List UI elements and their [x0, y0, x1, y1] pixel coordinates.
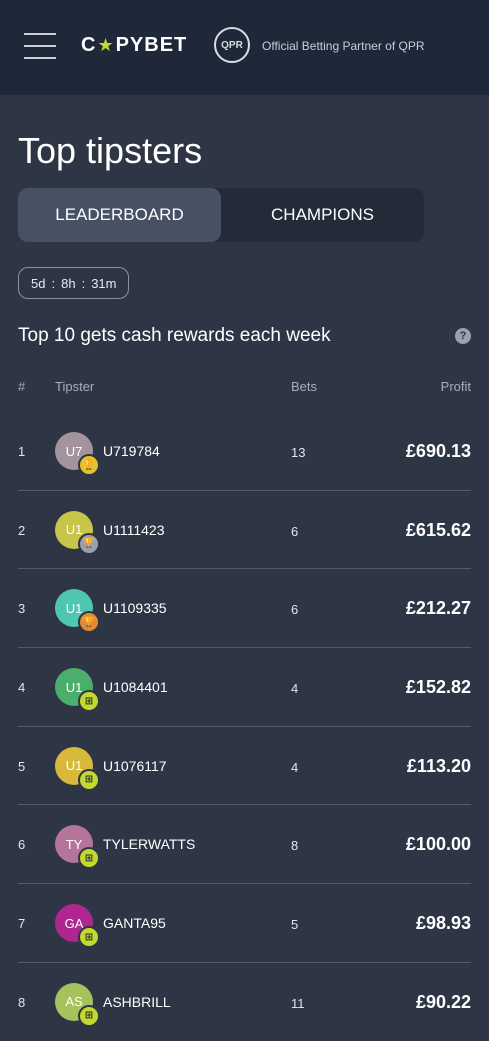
trophy-icon: 🏆	[78, 454, 100, 476]
gift-icon: ⊞	[78, 768, 100, 791]
bets-count: 6	[291, 523, 299, 539]
header-rank: #	[18, 379, 26, 394]
rewards-text: Top 10 gets cash rewards each week	[18, 325, 331, 346]
row-rank: 6	[18, 837, 26, 853]
row-rank: 4	[18, 680, 26, 696]
tipster-name[interactable]: U1084401	[103, 679, 168, 695]
top-bar: C ★ PYBET QPR Official Betting Partner of …	[0, 0, 489, 95]
table-row[interactable]: 5 U1 ⊞ U1076117 4 £113.20	[18, 727, 471, 806]
tab-leaderboard[interactable]: LEADERBOARD	[18, 188, 221, 242]
copybet-logo[interactable]: C ★ PYBET	[81, 34, 187, 57]
table-row[interactable]: 8 AS ⊞ ASHBRILL 11 £90.22	[18, 963, 471, 1041]
bets-count: 8	[291, 838, 299, 854]
gift-icon: ⊞	[78, 847, 100, 870]
profit-value: £100.00	[405, 834, 471, 855]
bets-count: 11	[291, 995, 305, 1011]
row-rank: 7	[18, 916, 26, 932]
bets-count: 13	[291, 445, 306, 460]
tipster-name[interactable]: U1076117	[103, 758, 167, 774]
page-title: Top tipsters	[18, 130, 203, 171]
bets-count: 4	[291, 759, 299, 775]
profit-value: £212.27	[405, 598, 471, 619]
gift-icon: ⊞	[78, 926, 100, 949]
profit-value: £152.82	[405, 677, 471, 698]
trophy-icon: 🏆	[78, 532, 100, 555]
tipster-name[interactable]: TYLERWATTS	[103, 836, 195, 852]
tab-champions[interactable]: CHAMPIONS	[221, 188, 424, 242]
countdown-timer: 5d : 8h : 31m	[18, 267, 130, 299]
table-row[interactable]: 7 GA ⊞ GANTA95 5 £98.93	[18, 884, 471, 963]
profit-value: £615.62	[405, 519, 471, 540]
header-bets: Bets	[291, 379, 318, 394]
leaderboard-list: 1 U7 🏆 U719784 13 £690.13 2 U1 🏆 U111142…	[0, 412, 489, 1041]
tipster-name[interactable]: U1111423	[103, 522, 165, 538]
profit-value: £90.22	[415, 991, 471, 1012]
table-row[interactable]: 1 U7 🏆 U719784 13 £690.13	[18, 412, 471, 491]
menu-icon[interactable]	[24, 33, 56, 59]
countdown-days: 5d	[31, 275, 46, 291]
help-icon[interactable]: ?	[455, 328, 471, 344]
bets-count: 5	[291, 917, 299, 933]
view-toggle: LEADERBOARD CHAMPIONS	[18, 188, 424, 242]
header-profit: Profit	[440, 379, 471, 394]
qpr-crest: QPR	[214, 27, 250, 63]
partner-text: Official Betting Partner of QPR	[262, 39, 425, 53]
countdown-minutes: 31m	[91, 275, 117, 291]
countdown-hours: 8h	[61, 275, 76, 291]
row-rank: 1	[18, 444, 26, 459]
table-row[interactable]: 2 U1 🏆 U1111423 6 £615.62	[18, 491, 471, 570]
table-row[interactable]: 3 U1 🏆 U1109335 6 £212.27	[18, 569, 471, 649]
trophy-icon: 🏆	[78, 611, 100, 634]
row-rank: 8	[18, 994, 26, 1010]
bets-count: 4	[291, 681, 299, 697]
star-icon: ★	[97, 35, 115, 55]
row-rank: 3	[18, 601, 26, 617]
table-row[interactable]: 6 TY ⊞ TYLERWATTS 8 £100.00	[18, 805, 471, 885]
row-rank: 2	[18, 522, 26, 538]
profit-value: £113.20	[406, 755, 471, 776]
tipster-name[interactable]: GANTA95	[103, 915, 166, 931]
countdown-separator: :	[81, 275, 86, 291]
tipster-name[interactable]: ASHBRILL	[103, 994, 171, 1010]
profit-value: £98.93	[415, 913, 471, 934]
gift-icon: ⊞	[78, 690, 100, 713]
tipster-name[interactable]: U719784	[103, 443, 160, 459]
tipster-name[interactable]: U1109335	[103, 600, 167, 616]
header-tipster: Tipster	[55, 379, 95, 394]
row-rank: 5	[18, 758, 26, 774]
table-row[interactable]: 4 U1 ⊞ U1084401 4 £152.82	[18, 648, 471, 727]
countdown-separator: :	[51, 275, 56, 291]
bets-count: 6	[291, 602, 299, 618]
profit-value: £690.13	[405, 441, 471, 461]
